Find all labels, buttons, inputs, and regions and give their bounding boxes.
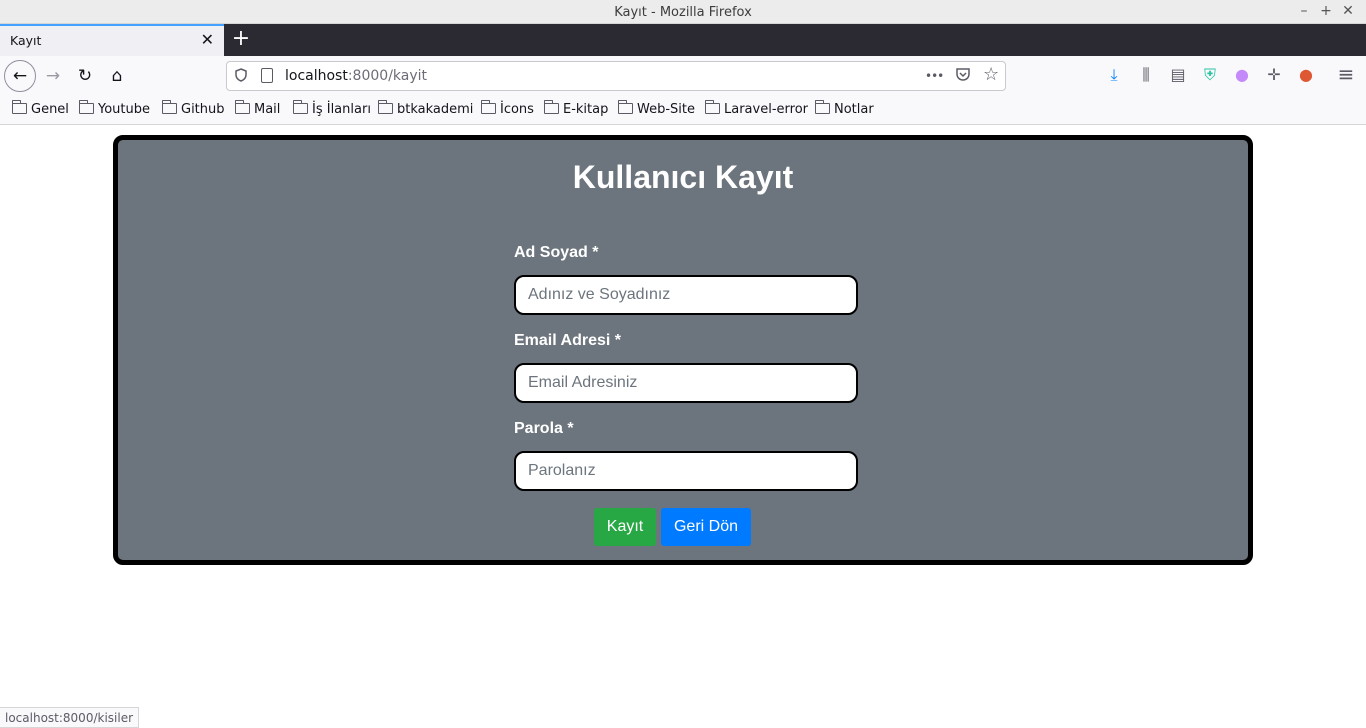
bookmark-icons[interactable]: İcons bbox=[481, 100, 534, 117]
bookmark-genel[interactable]: Genel bbox=[12, 100, 69, 117]
home-icon[interactable]: ⌂ bbox=[102, 61, 132, 91]
page-content: Kullanıcı Kayıt Ad Soyad * Email Adresi … bbox=[0, 126, 1366, 728]
bookmark-label: Genel bbox=[31, 102, 69, 117]
navigation-toolbar: ← → ↻ ⌂ localhost:8000/kayit ••• ☆ ⤓ ⫼ ▤… bbox=[0, 56, 1366, 96]
folder-icon bbox=[618, 100, 633, 114]
back-arrow-icon[interactable]: ← bbox=[4, 60, 36, 92]
email-label: Email Adresi * bbox=[514, 332, 622, 349]
tab-label: Kayıt bbox=[10, 33, 42, 48]
shield-extension-icon[interactable]: ⛨ bbox=[1200, 65, 1220, 85]
folder-icon bbox=[79, 100, 94, 114]
folder-icon bbox=[544, 100, 559, 114]
back-button[interactable]: Geri Dön bbox=[661, 508, 751, 546]
name-input[interactable] bbox=[514, 275, 858, 315]
folder-icon bbox=[481, 100, 496, 114]
forward-arrow-icon[interactable]: → bbox=[38, 61, 68, 91]
bookmark-label: E-kitap bbox=[563, 102, 609, 117]
minimize-icon[interactable]: – bbox=[1296, 3, 1312, 19]
bookmark-laravel-error[interactable]: Laravel-error bbox=[705, 100, 808, 117]
url-path: :8000/kayit bbox=[347, 68, 428, 84]
bookmark-web-site[interactable]: Web-Site bbox=[618, 100, 695, 117]
library-icon[interactable]: ⫼ bbox=[1136, 65, 1156, 85]
sidebar-icon[interactable]: ▤ bbox=[1168, 65, 1188, 84]
menu-icon[interactable]: ≡ bbox=[1336, 62, 1356, 86]
folder-icon bbox=[162, 100, 177, 114]
bookmark-label: İş İlanları bbox=[312, 102, 371, 117]
bookmark-label: Laravel-error bbox=[724, 102, 808, 117]
page-actions-icon[interactable]: ••• bbox=[925, 69, 944, 83]
bookmark-label: Mail bbox=[254, 102, 281, 117]
maximize-icon[interactable]: + bbox=[1318, 3, 1334, 19]
tracking-shield-icon[interactable] bbox=[235, 68, 247, 86]
url-text[interactable]: localhost:8000/kayit bbox=[285, 68, 427, 84]
download-icon[interactable]: ⤓ bbox=[1104, 65, 1124, 85]
bookmark-label: Youtube bbox=[98, 102, 150, 117]
page-icon[interactable] bbox=[261, 68, 273, 83]
page-title: Kullanıcı Kayıt bbox=[572, 159, 794, 195]
bookmark-label: Notlar bbox=[834, 102, 874, 117]
register-card: Kullanıcı Kayıt Ad Soyad * Email Adresi … bbox=[113, 135, 1253, 565]
close-window-icon[interactable]: ✕ bbox=[1340, 3, 1356, 19]
tab-strip: Kayıt ✕ + bbox=[0, 24, 1366, 56]
folder-icon bbox=[235, 100, 250, 114]
bookmark-mail[interactable]: Mail bbox=[235, 100, 281, 117]
folder-icon bbox=[293, 100, 308, 114]
color-extension-icon[interactable]: ● bbox=[1232, 65, 1252, 84]
bookmark-label: Github bbox=[181, 102, 225, 117]
folder-icon bbox=[815, 100, 830, 114]
folder-icon bbox=[12, 100, 27, 114]
bookmark-btkakademi[interactable]: btkakademi bbox=[378, 100, 474, 117]
bookmark-e-kitap[interactable]: E-kitap bbox=[544, 100, 609, 117]
window-titlebar: Kayıt - Mozilla Firefox – + ✕ bbox=[0, 0, 1366, 24]
status-url-tooltip: localhost:8000/kisiler bbox=[0, 707, 140, 728]
bookmark-github[interactable]: Github bbox=[162, 100, 225, 117]
duckduckgo-icon[interactable]: ● bbox=[1296, 65, 1316, 84]
password-input[interactable] bbox=[514, 451, 858, 491]
tab-close-icon[interactable]: ✕ bbox=[201, 30, 214, 49]
new-tab-icon[interactable]: + bbox=[230, 26, 252, 51]
url-host: localhost bbox=[285, 68, 348, 84]
name-label: Ad Soyad * bbox=[514, 244, 599, 261]
bookmark-youtube[interactable]: Youtube bbox=[79, 100, 150, 117]
move-extension-icon[interactable]: ✛ bbox=[1264, 65, 1284, 84]
folder-icon bbox=[705, 100, 720, 114]
email-input[interactable] bbox=[514, 363, 858, 403]
bookmark-label: İcons bbox=[500, 102, 534, 117]
bookmark-star-icon[interactable]: ☆ bbox=[983, 64, 999, 85]
tab-kayit[interactable]: Kayıt ✕ bbox=[0, 24, 224, 56]
window-title: Kayıt - Mozilla Firefox bbox=[614, 5, 752, 20]
bookmark-is-ilanlari[interactable]: İş İlanları bbox=[293, 100, 371, 117]
reload-icon[interactable]: ↻ bbox=[70, 61, 100, 91]
password-label: Parola * bbox=[514, 420, 574, 437]
url-bar[interactable]: localhost:8000/kayit ••• ☆ bbox=[226, 61, 1006, 91]
bookmark-notlar[interactable]: Notlar bbox=[815, 100, 874, 117]
bookmark-label: btkakademi bbox=[397, 102, 474, 117]
folder-icon bbox=[378, 100, 393, 114]
bookmark-label: Web-Site bbox=[637, 102, 695, 117]
bookmarks-toolbar: Genel Youtube Github Mail İş İlanları bt… bbox=[0, 96, 1366, 125]
pocket-icon[interactable] bbox=[955, 66, 971, 86]
submit-button[interactable]: Kayıt bbox=[594, 508, 656, 546]
